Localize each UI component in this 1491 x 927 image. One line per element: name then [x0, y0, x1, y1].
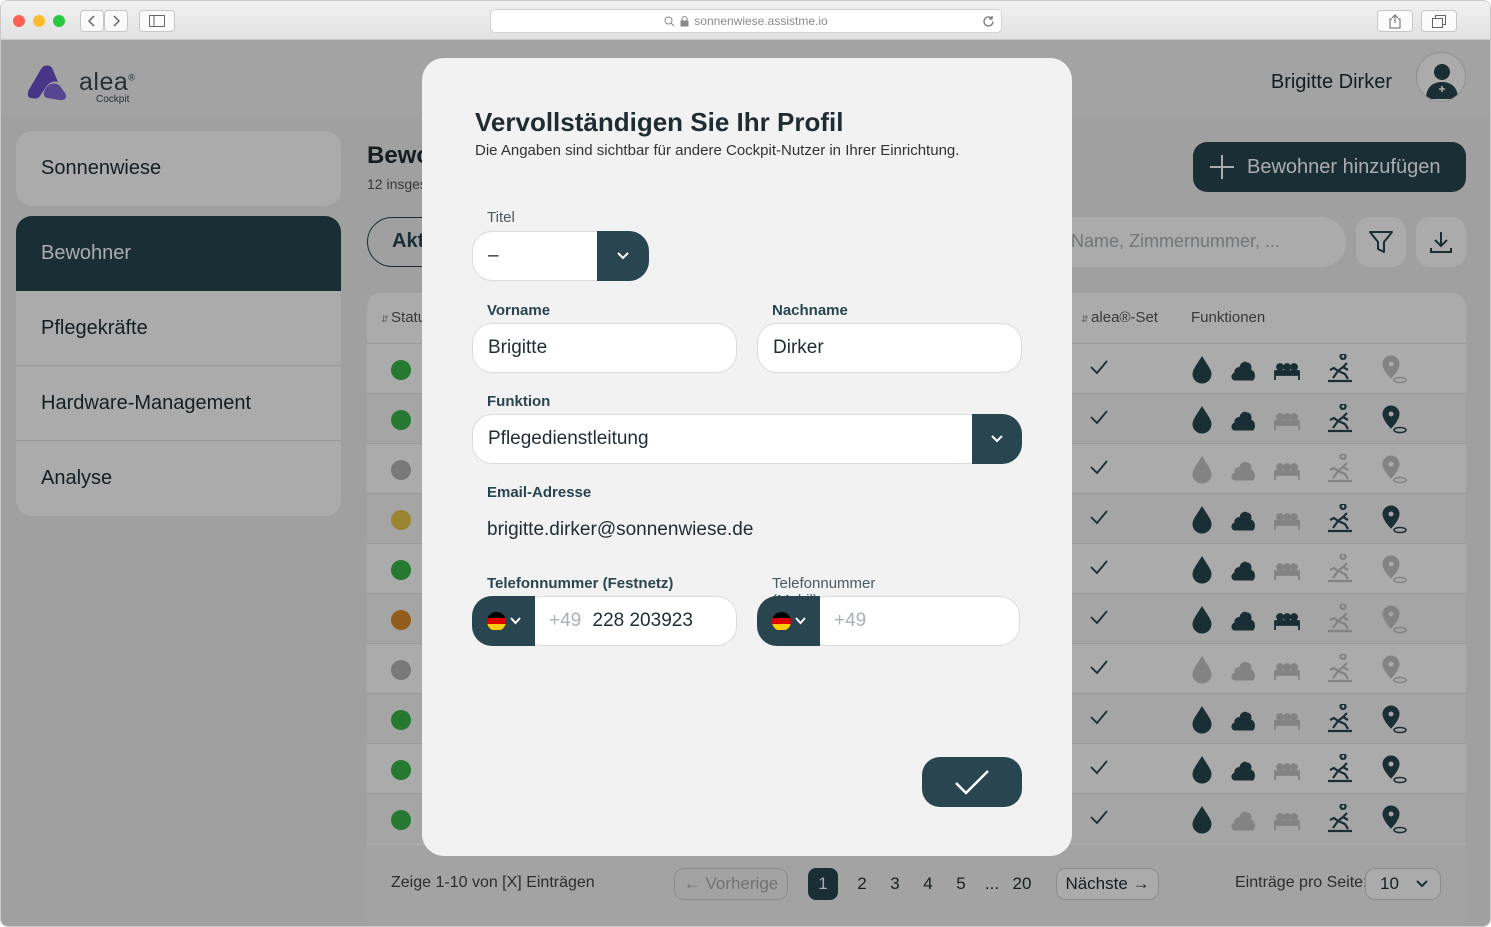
checkmark-icon	[955, 770, 989, 795]
modal-title: Vervollständigen Sie Ihr Profil	[475, 107, 844, 137]
lock-icon	[680, 15, 689, 26]
chevron-down-icon	[991, 435, 1003, 443]
mobile-input[interactable]: +49	[807, 596, 1020, 646]
email-value: brigitte.dirker@sonnenwiese.de	[487, 519, 754, 540]
function-select[interactable]: Pflegedienstleitung	[472, 414, 982, 464]
share-icon	[1389, 13, 1401, 28]
confirm-button[interactable]	[922, 757, 1022, 807]
chevron-down-icon	[509, 617, 521, 625]
email-label: Email-Adresse	[487, 484, 592, 501]
sidebar-toggle-button[interactable]	[139, 10, 175, 32]
mobile-label: Telefonnummer (Mobil)	[772, 575, 876, 609]
chevron-left-icon	[87, 15, 95, 27]
sidebar-icon	[149, 15, 165, 27]
profile-modal: Vervollständigen Sie Ihr Profil Die Anga…	[422, 58, 1072, 856]
reload-icon[interactable]	[982, 15, 995, 28]
landline-number: 228 203923	[592, 610, 693, 631]
tabs-icon	[1432, 14, 1446, 28]
germany-flag-icon	[771, 611, 791, 631]
title-dropdown-button[interactable]	[597, 231, 649, 281]
mobile-country-select[interactable]	[757, 596, 820, 646]
landline-country-select[interactable]	[472, 596, 535, 646]
landline-label: Telefonnummer (Festnetz)	[487, 575, 674, 592]
modal-subtitle: Die Angaben sind sichtbar für andere Coc…	[475, 142, 960, 159]
germany-flag-icon	[486, 611, 506, 631]
url-text: sonnenwiese.assistme.io	[694, 14, 828, 28]
browser-titlebar: sonnenwiese.assistme.io	[1, 1, 1490, 40]
tabs-button[interactable]	[1421, 10, 1457, 32]
firstname-input[interactable]: Brigitte	[472, 323, 737, 373]
landline-input[interactable]: +49 228 203923	[522, 596, 737, 646]
minimize-window-button[interactable]	[33, 15, 45, 27]
lastname-input[interactable]: Dirker	[757, 323, 1022, 373]
function-dropdown-button[interactable]	[972, 414, 1022, 464]
title-select[interactable]: –	[472, 231, 602, 281]
lastname-label: Nachname	[772, 302, 848, 319]
search-icon	[664, 16, 675, 26]
browser-window: sonnenwiese.assistme.io alea® Cockpit Br…	[0, 0, 1491, 927]
forward-button[interactable]	[104, 10, 128, 32]
address-bar[interactable]: sonnenwiese.assistme.io	[490, 9, 1002, 33]
chevron-right-icon	[113, 15, 121, 27]
share-button[interactable]	[1377, 10, 1413, 32]
chevron-down-icon	[794, 617, 806, 625]
function-label: Funktion	[487, 393, 551, 410]
close-window-button[interactable]	[13, 15, 25, 27]
landline-prefix: +49	[549, 610, 582, 631]
chevron-down-icon	[617, 252, 629, 260]
title-label: Titel	[487, 209, 515, 226]
firstname-label: Vorname	[487, 302, 551, 319]
back-button[interactable]	[80, 10, 104, 32]
zoom-window-button[interactable]	[53, 15, 65, 27]
